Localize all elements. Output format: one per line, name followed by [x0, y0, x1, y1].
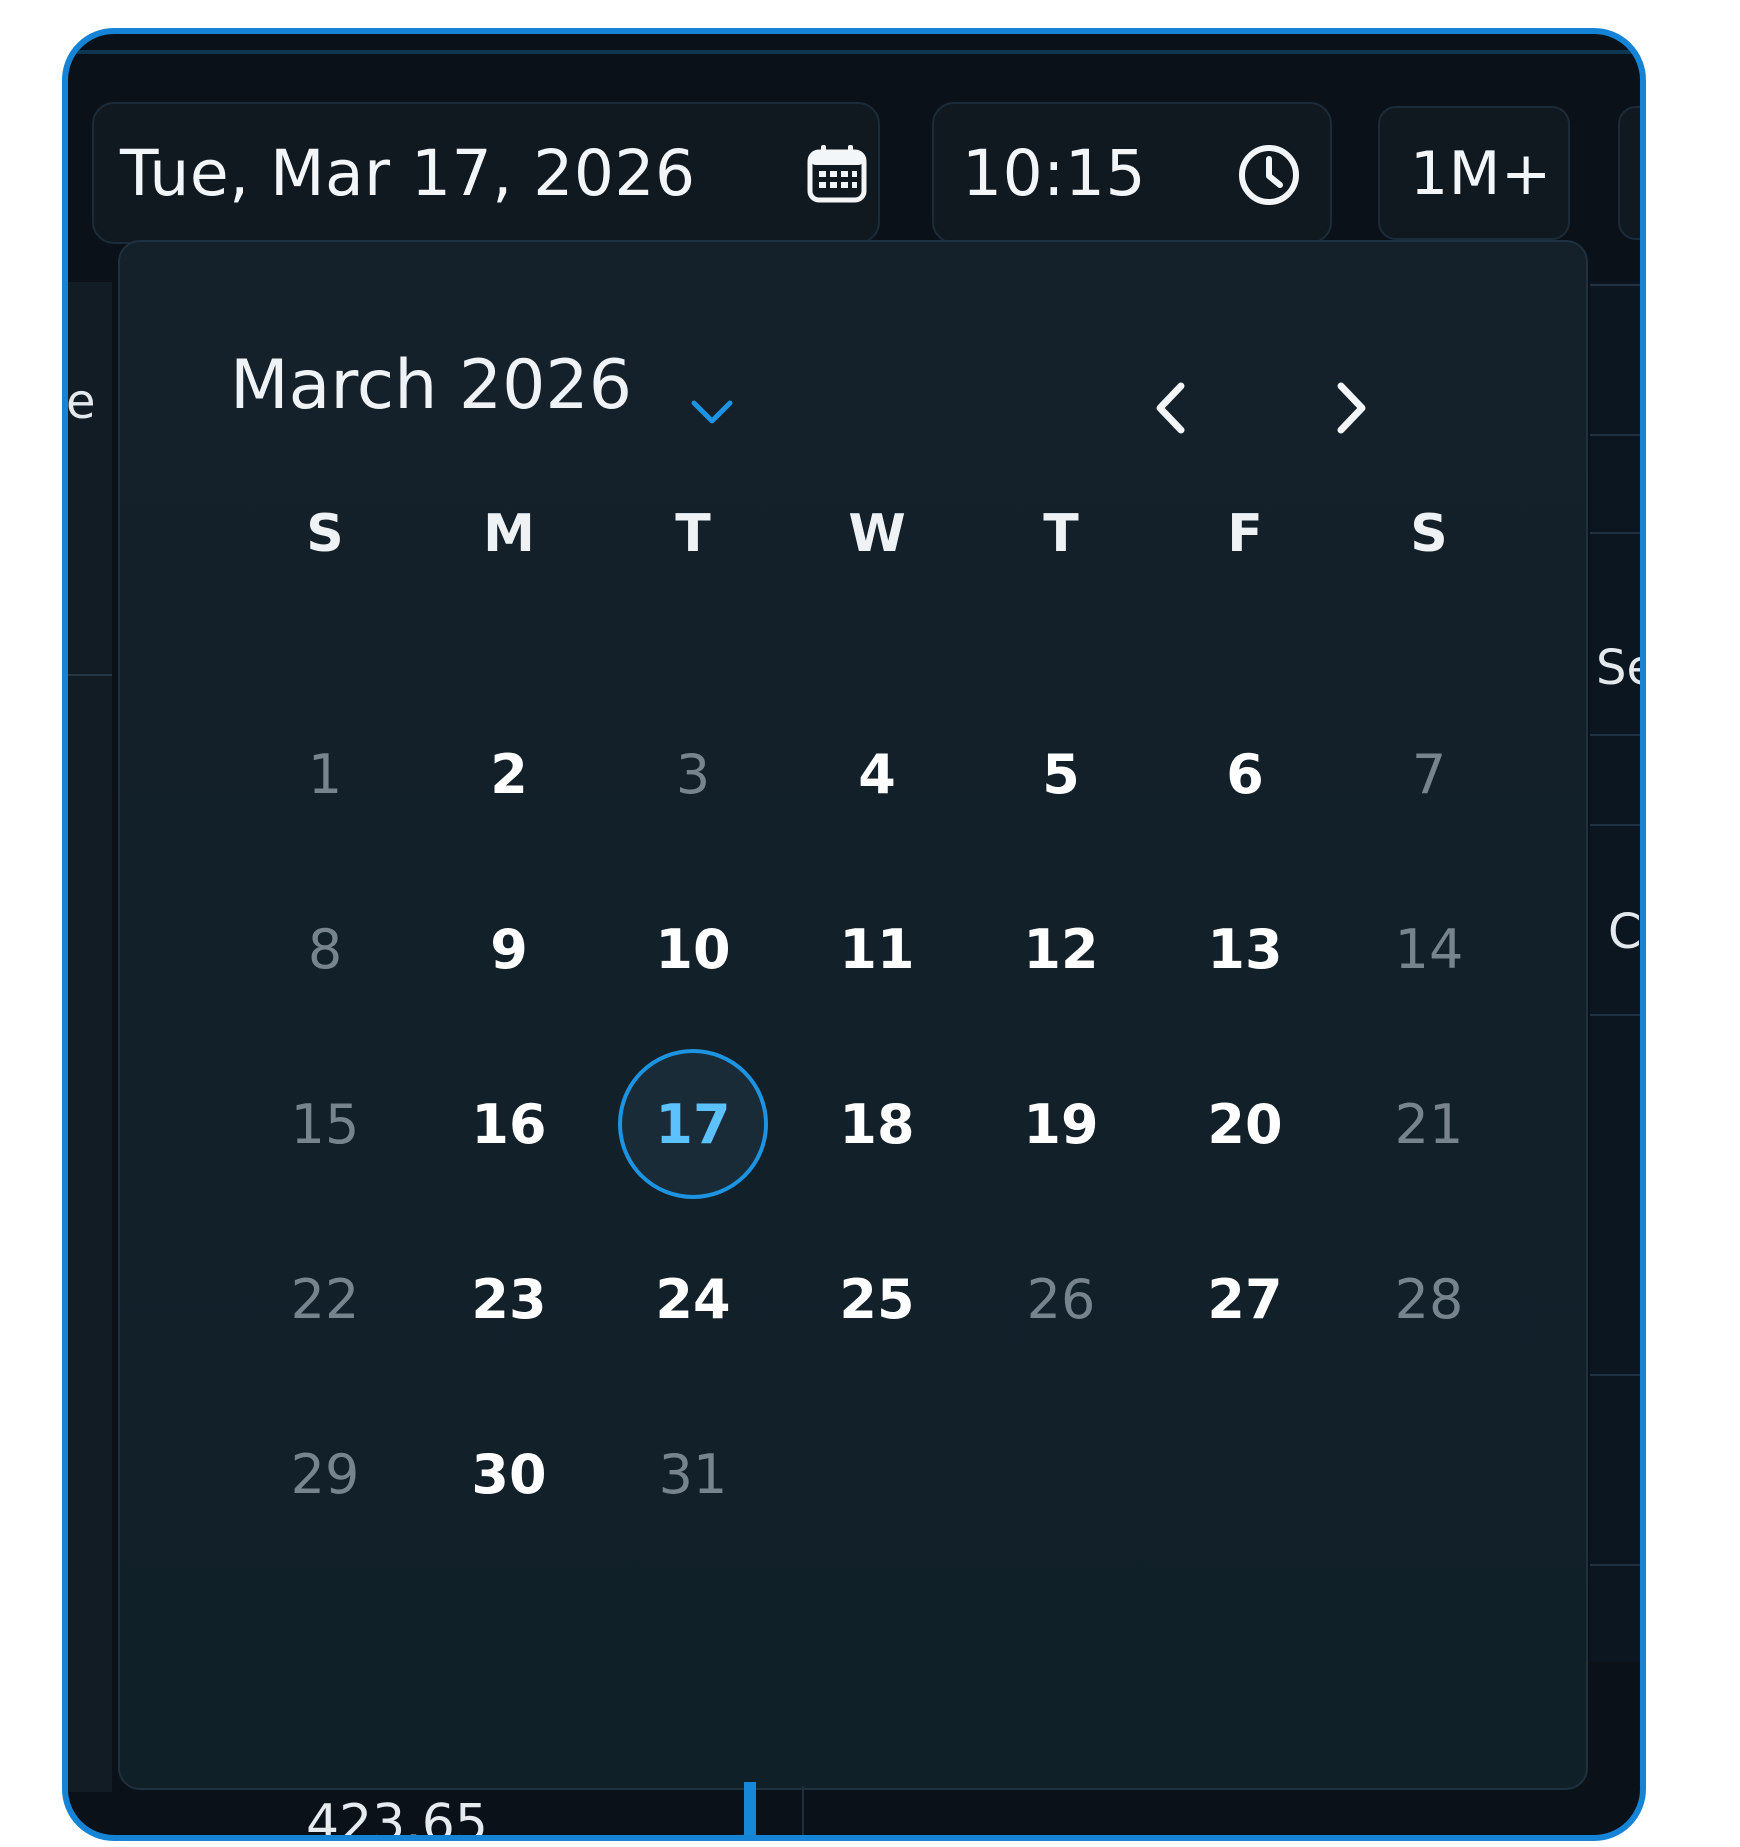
day-cell[interactable]: 16 — [434, 1049, 584, 1199]
day-cell[interactable]: 1 — [250, 699, 400, 849]
day-cell[interactable]: 9 — [434, 874, 584, 1024]
background-left-panel — [68, 282, 112, 1792]
time-field[interactable]: 10:15 — [932, 102, 1332, 244]
day-cell[interactable]: 15 — [250, 1049, 400, 1199]
next-month-button[interactable] — [1312, 368, 1392, 448]
background-right-text-se: Se — [1596, 640, 1640, 696]
day-cell[interactable]: 23 — [434, 1224, 584, 1374]
background-row-line — [1590, 1374, 1640, 1376]
day-cell[interactable]: 29 — [250, 1399, 400, 1549]
background-row-line — [1590, 284, 1640, 286]
day-cell[interactable]: 14 — [1354, 874, 1504, 1024]
range-chip[interactable]: 1M+ — [1378, 106, 1570, 240]
day-cell[interactable]: 24 — [618, 1224, 768, 1374]
day-cell[interactable]: 13 — [1170, 874, 1320, 1024]
background-left-text: e — [66, 374, 96, 430]
date-field[interactable]: Tue, Mar 17, 2026 — [92, 102, 880, 244]
weekday-header: T — [675, 504, 711, 564]
weekday-header: S — [306, 504, 344, 564]
previous-month-button[interactable] — [1130, 368, 1210, 448]
day-cell-selected[interactable]: 17 — [618, 1049, 768, 1199]
day-cell[interactable]: 8 — [250, 874, 400, 1024]
day-cell[interactable]: 30 — [434, 1399, 584, 1549]
day-cell[interactable]: 22 — [250, 1224, 400, 1374]
weekday-header: T — [1043, 504, 1079, 564]
day-cell[interactable]: 7 — [1354, 699, 1504, 849]
day-cell[interactable]: 25 — [802, 1224, 952, 1374]
background-row-line — [1590, 1014, 1640, 1016]
day-cell[interactable]: 12 — [986, 874, 1136, 1024]
day-cell[interactable]: 21 — [1354, 1049, 1504, 1199]
background-divider — [68, 674, 112, 676]
background-right-text-ca: Ca — [1608, 904, 1642, 960]
day-cell[interactable]: 19 — [986, 1049, 1136, 1199]
background-row-line — [1590, 532, 1640, 534]
background-bottom-accent — [744, 1782, 756, 1835]
background-row-line — [1590, 734, 1640, 736]
background-bottom-value: 423.65 — [306, 1794, 488, 1841]
day-cell[interactable]: 27 — [1170, 1224, 1320, 1374]
time-value: 10:15 — [962, 137, 1147, 210]
range-chip-label: 1M+ — [1410, 139, 1552, 209]
day-cell[interactable]: 6 — [1170, 699, 1320, 849]
calendar-icon[interactable] — [804, 140, 870, 206]
day-cell[interactable]: 18 — [802, 1049, 952, 1199]
clock-icon[interactable] — [1234, 140, 1304, 210]
toolbar-next-control[interactable] — [1618, 106, 1640, 240]
day-cell[interactable]: 20 — [1170, 1049, 1320, 1199]
date-value: Tue, Mar 17, 2026 — [120, 137, 696, 210]
day-cell[interactable]: 10 — [618, 874, 768, 1024]
weekday-header: M — [483, 504, 535, 564]
day-cell[interactable]: 5 — [986, 699, 1136, 849]
day-cell[interactable]: 11 — [802, 874, 952, 1024]
day-cell[interactable]: 3 — [618, 699, 768, 849]
weekday-header: W — [848, 504, 906, 564]
background-right-panel — [1590, 282, 1640, 1662]
month-dropdown-chevron-icon[interactable] — [682, 382, 742, 442]
day-cell[interactable]: 31 — [618, 1399, 768, 1549]
month-year-label[interactable]: March 2026 — [230, 346, 632, 425]
weekday-header: S — [1410, 504, 1448, 564]
day-cell[interactable]: 28 — [1354, 1224, 1504, 1374]
day-cell[interactable]: 4 — [802, 699, 952, 849]
weekday-header: F — [1227, 504, 1263, 564]
app-window: Tue, Mar 17, 2026 10:15 1M+ e S C March … — [62, 28, 1646, 1841]
background-row-line — [1590, 1564, 1640, 1566]
top-divider — [68, 50, 1640, 54]
background-row-line — [1590, 434, 1640, 436]
day-cell[interactable]: 26 — [986, 1224, 1136, 1374]
background-bottom-divider — [802, 1786, 804, 1835]
date-picker-popup: March 2026 SMTWTFS 1 2 3 4 5 6 7 8 9 10 11 12 13 14 15… — [118, 240, 1588, 1790]
background-row-line — [1590, 824, 1640, 826]
day-cell[interactable]: 2 — [434, 699, 584, 849]
